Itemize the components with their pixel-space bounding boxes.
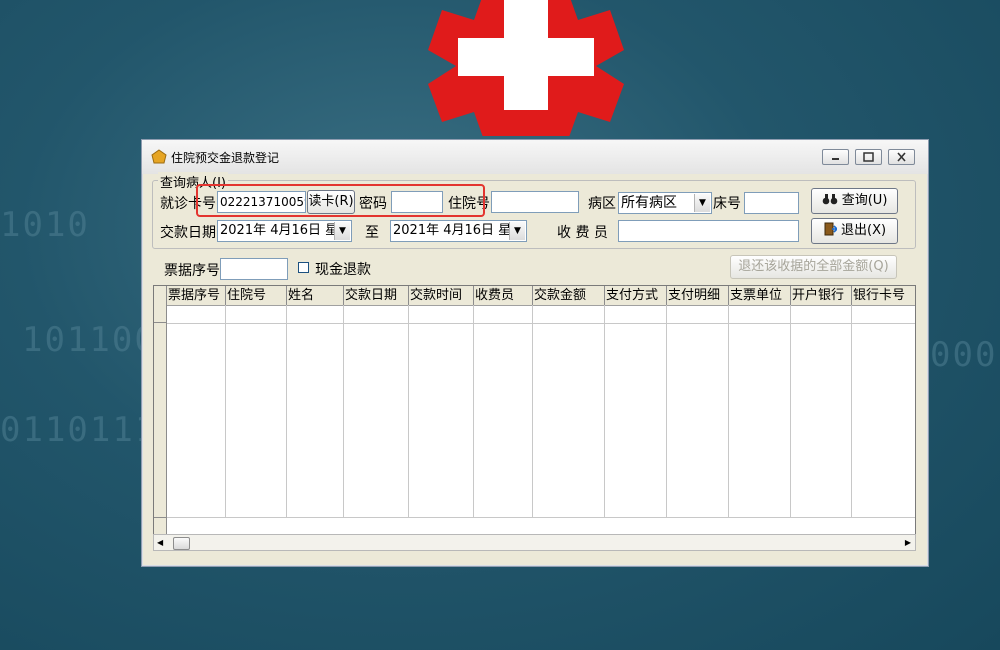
- ward-label: 病区: [588, 196, 616, 212]
- column-header[interactable]: 交款日期: [344, 286, 409, 305]
- column-header[interactable]: 姓名: [287, 286, 344, 305]
- grid-line: [225, 305, 226, 517]
- bed-label: 床号: [713, 196, 741, 212]
- date-from-picker[interactable]: 2021年 4月16日 星 ▼: [217, 220, 352, 242]
- column-header[interactable]: 银行卡号: [852, 286, 915, 305]
- card-number-field[interactable]: 022213710059: [217, 191, 306, 213]
- red-cross-logo: [428, 0, 624, 140]
- inpatient-number-field[interactable]: [491, 191, 579, 213]
- column-header[interactable]: 收费员: [474, 286, 533, 305]
- cash-refund-label: 现金退款: [315, 262, 371, 278]
- chevron-down-icon[interactable]: ▼: [334, 222, 350, 240]
- column-header[interactable]: 住院号: [226, 286, 287, 305]
- background-digits: 101100: [22, 320, 157, 360]
- grid-line: [666, 305, 667, 517]
- column-header[interactable]: 交款金额: [533, 286, 605, 305]
- password-field[interactable]: [391, 191, 443, 213]
- scroll-right-icon[interactable]: ▶: [905, 538, 911, 547]
- horizontal-scrollbar[interactable]: ◀ ▶: [153, 534, 916, 551]
- grid-line: [851, 305, 852, 517]
- chevron-down-icon[interactable]: ▼: [694, 194, 710, 212]
- background-digits: 1010: [0, 205, 90, 245]
- grid-line: [604, 305, 605, 517]
- scrollbar-thumb[interactable]: [173, 537, 190, 550]
- grid-line: [343, 305, 344, 517]
- chevron-down-icon[interactable]: ▼: [509, 222, 525, 240]
- exit-button-label: 退出(X): [841, 223, 887, 238]
- bed-field[interactable]: [744, 192, 799, 214]
- refund-all-button[interactable]: 退还该收据的全部金额(Q): [730, 255, 897, 279]
- grid-line: [167, 323, 915, 324]
- column-header[interactable]: 票据序号: [167, 286, 226, 305]
- query-button-label: 查询(U): [841, 193, 888, 208]
- cashier-field[interactable]: [618, 220, 799, 242]
- close-icon[interactable]: [888, 149, 915, 165]
- window-title: 住院预交金退款登记: [171, 151, 280, 165]
- maximize-icon[interactable]: [855, 149, 882, 165]
- row-indicator[interactable]: [154, 305, 167, 323]
- grid-line: [408, 305, 409, 517]
- receipt-number-field[interactable]: [220, 258, 288, 280]
- column-header[interactable]: 开户银行: [791, 286, 852, 305]
- app-icon: [151, 149, 167, 165]
- ward-value: 所有病区: [621, 195, 677, 211]
- exit-button[interactable]: 退出(X): [811, 218, 898, 244]
- background-digits: 0110111: [0, 410, 158, 450]
- grid-line: [473, 305, 474, 517]
- refund-table[interactable]: 票据序号 住院号 姓名 交款日期 交款时间 收费员 交款金额 支付方式 支付明细…: [153, 285, 916, 535]
- row-indicator-column: [154, 323, 167, 517]
- column-header[interactable]: 支付方式: [605, 286, 667, 305]
- query-button[interactable]: 查询(U): [811, 188, 898, 214]
- grid-line: [532, 305, 533, 517]
- date-to-label: 至: [365, 225, 379, 241]
- cash-refund-checkbox[interactable]: [298, 262, 309, 273]
- read-card-button[interactable]: 读卡(R): [307, 190, 355, 214]
- date-from-value: 2021年 4月16日 星: [220, 223, 339, 238]
- receipt-number-label: 票据序号: [164, 263, 220, 279]
- ward-select[interactable]: 所有病区 ▼: [618, 192, 712, 214]
- title-bar[interactable]: 住院预交金退款登记: [142, 140, 928, 174]
- binoculars-icon: [822, 193, 842, 208]
- table-header: 票据序号 住院号 姓名 交款日期 交款时间 收费员 交款金额 支付方式 支付明细…: [154, 286, 915, 306]
- grid-line: [728, 305, 729, 517]
- password-label: 密码: [359, 196, 387, 212]
- payment-date-label: 交款日期: [160, 225, 216, 241]
- row-indicator[interactable]: [154, 517, 167, 534]
- background-digits: 0001: [930, 335, 1000, 375]
- column-header[interactable]: 交款时间: [409, 286, 474, 305]
- exit-door-icon: [823, 222, 841, 238]
- column-header[interactable]: 支票单位: [729, 286, 791, 305]
- date-to-value: 2021年 4月16日 星: [393, 223, 512, 238]
- group-title: 查询病人(I): [158, 172, 228, 191]
- grid-line: [286, 305, 287, 517]
- refund-window: 住院预交金退款登记 查询病人(I) 就诊卡号 022213710059 读卡(R…: [141, 139, 929, 567]
- row-indicator-header: [154, 286, 167, 305]
- grid-line: [167, 517, 915, 518]
- card-number-label: 就诊卡号: [160, 196, 216, 212]
- inpatient-number-label: 住院号: [448, 196, 490, 212]
- grid-line: [790, 305, 791, 517]
- scroll-left-icon[interactable]: ◀: [157, 538, 163, 547]
- date-to-picker[interactable]: 2021年 4月16日 星 ▼: [390, 220, 527, 242]
- minimize-icon[interactable]: [822, 149, 849, 165]
- cashier-label: 收 费 员: [557, 225, 608, 241]
- column-header[interactable]: 支付明细: [667, 286, 729, 305]
